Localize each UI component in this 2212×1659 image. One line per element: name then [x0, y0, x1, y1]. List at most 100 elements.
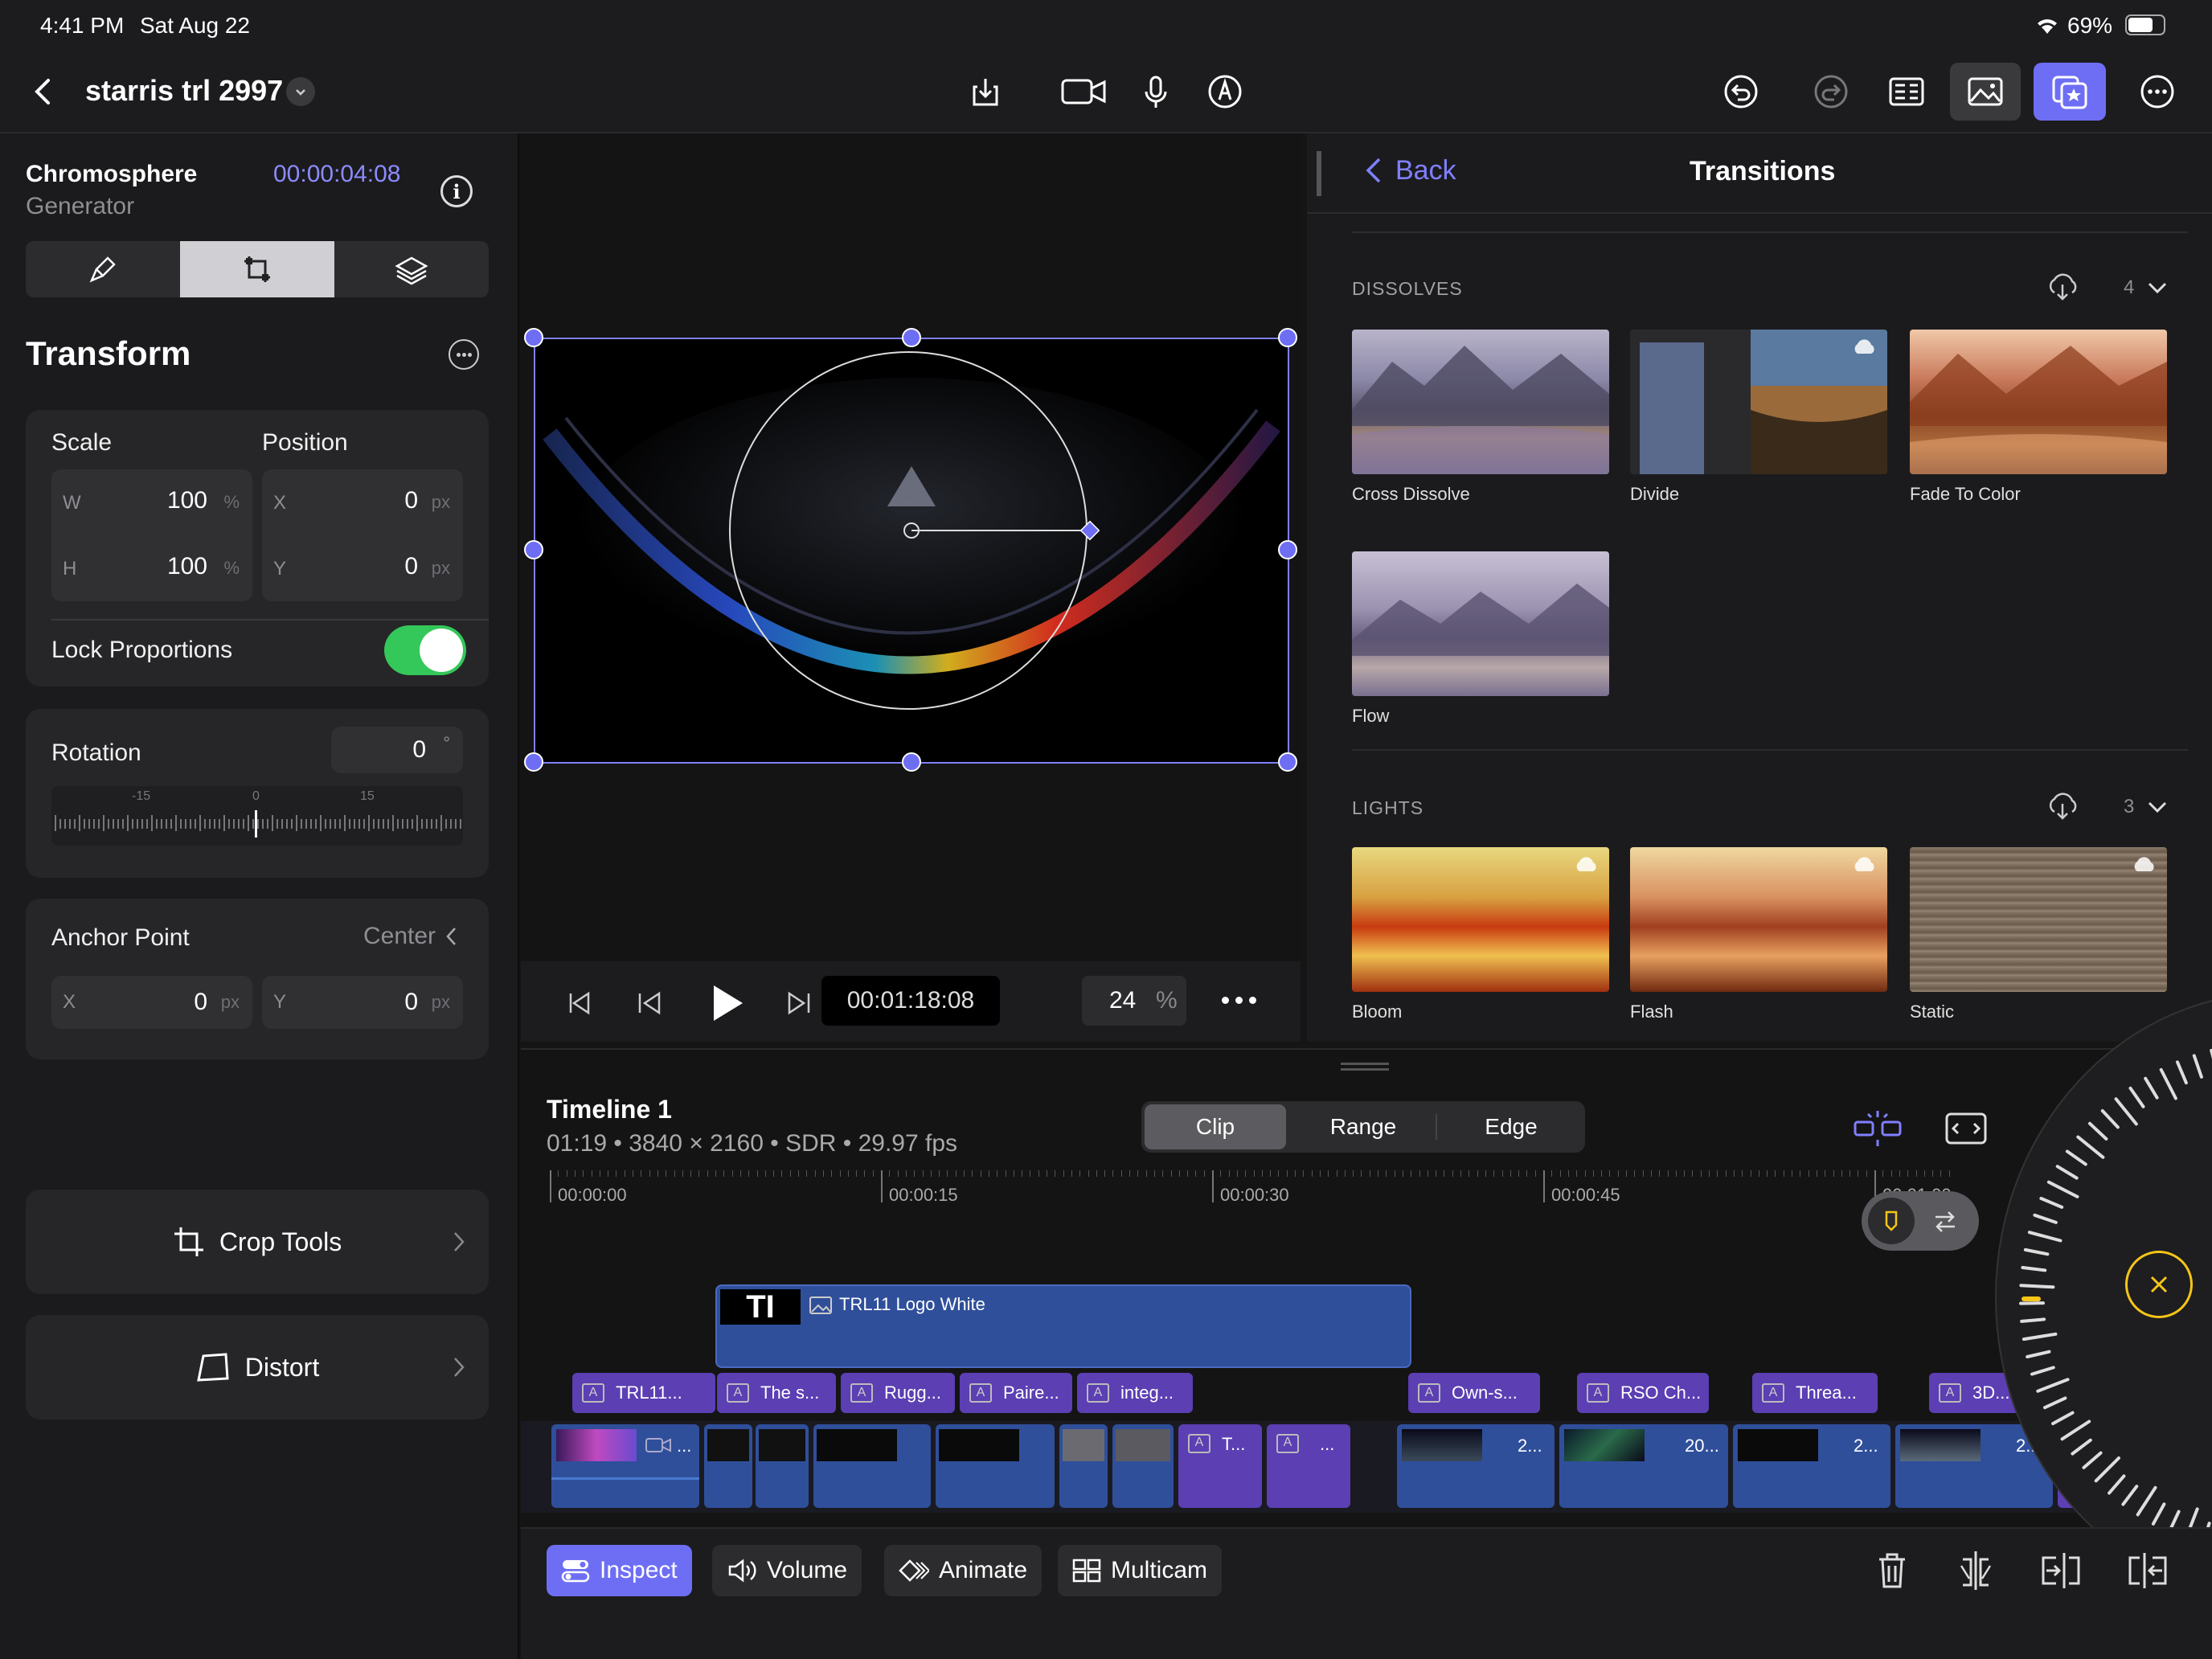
swap-icon: [1936, 1211, 1955, 1232]
connected-clip-label: The s...: [760, 1382, 820, 1403]
viewer-more-icon[interactable]: [1222, 997, 1256, 1004]
thumb-divide[interactable]: [1630, 330, 1887, 474]
scale-w-field[interactable]: W 100 %: [51, 469, 252, 535]
panel-resize-handle[interactable]: [1341, 1063, 1389, 1071]
transform-more-icon[interactable]: [449, 339, 479, 370]
export-icon[interactable]: [956, 63, 1014, 121]
crop-tools-button[interactable]: Crop Tools: [26, 1190, 489, 1294]
anchor-selector[interactable]: Center: [363, 923, 460, 950]
video-clip-icon: [645, 1438, 671, 1452]
microphone-icon[interactable]: [1127, 63, 1185, 121]
thumb-cross-dissolve[interactable]: [1352, 330, 1609, 474]
tab-layers-icon[interactable]: [334, 241, 489, 297]
anchor-x-field[interactable]: X 0 px: [51, 976, 252, 1029]
back-button[interactable]: Back: [1363, 154, 1456, 186]
timeline-ruler[interactable]: 00:00:00 00:00:15 00:00:30 00:00:45 00:0…: [550, 1170, 1952, 1205]
skimmer-toggle[interactable]: [1862, 1191, 1979, 1251]
thumb-static[interactable]: [1910, 847, 2167, 992]
project-title[interactable]: starris trl 2997: [85, 74, 283, 108]
thumb-flow[interactable]: [1352, 551, 1609, 696]
mode-range[interactable]: Range: [1292, 1104, 1434, 1149]
rotation-field[interactable]: 0 °: [331, 727, 463, 773]
zoom-value: 24: [1109, 987, 1137, 1014]
storyline-clip[interactable]: [704, 1424, 752, 1508]
title-icon: A: [727, 1383, 749, 1403]
connected-clip[interactable]: A Rugg...: [841, 1373, 955, 1413]
photos-icon[interactable]: [1950, 63, 2021, 121]
lock-proportions-toggle[interactable]: [384, 625, 466, 675]
trash-icon[interactable]: [1874, 1550, 1910, 1591]
cloud-download-icon[interactable]: [2045, 272, 2080, 301]
skip-to-start-icon[interactable]: [564, 989, 593, 1018]
connected-clip[interactable]: A Paire...: [960, 1373, 1072, 1413]
jog-wheel[interactable]: [1995, 992, 2212, 1603]
mode-clip[interactable]: Clip: [1145, 1104, 1286, 1149]
undo-icon[interactable]: [1712, 63, 1770, 121]
multicam-button[interactable]: Multicam: [1058, 1545, 1223, 1596]
inspector-icon[interactable]: [1878, 63, 1936, 121]
volume-button[interactable]: Volume: [712, 1545, 862, 1596]
ruler-label-45: 00:00:45: [1551, 1185, 1620, 1205]
inspector-tabs: [26, 241, 489, 297]
chevron-down-icon[interactable]: [2146, 797, 2169, 817]
insert-icon[interactable]: [2125, 1550, 2170, 1591]
cloud-download-icon[interactable]: [2045, 791, 2080, 820]
storyline-clip[interactable]: 2...: [1397, 1424, 1555, 1508]
storyline-clip[interactable]: [936, 1424, 1055, 1508]
thumb-flash[interactable]: [1630, 847, 1887, 992]
back-chevron-icon[interactable]: [14, 63, 72, 121]
mode-edge[interactable]: Edge: [1440, 1104, 1582, 1149]
snapping-icon[interactable]: [1852, 1108, 1903, 1148]
resize-handle[interactable]: [1317, 151, 1321, 196]
connected-clip[interactable]: A TRL11...: [572, 1373, 715, 1413]
storyline-title-clip[interactable]: A ...: [1267, 1424, 1350, 1508]
scale-h-field[interactable]: H 100 %: [51, 535, 252, 601]
storyline-clip[interactable]: 20...: [1559, 1424, 1728, 1508]
storyline-clip[interactable]: [813, 1424, 931, 1508]
position-y-field[interactable]: Y 0 px: [262, 535, 463, 601]
camera-icon[interactable]: [1051, 63, 1116, 121]
thumb-fade-to-color[interactable]: [1910, 330, 2167, 474]
detach-audio-icon[interactable]: [1953, 1548, 1998, 1593]
pencil-icon[interactable]: [1196, 63, 1254, 121]
connected-clip[interactable]: A The s...: [717, 1373, 836, 1413]
rotation-dial[interactable]: -15 0 15: [51, 786, 463, 846]
connected-clip[interactable]: A RSO Ch...: [1577, 1373, 1709, 1413]
connected-clip[interactable]: A Own-s...: [1408, 1373, 1540, 1413]
chevron-down-icon[interactable]: [2146, 278, 2169, 297]
scale-w-unit: %: [223, 492, 240, 512]
storyline-clip[interactable]: [1112, 1424, 1174, 1508]
anchor-y-field[interactable]: Y 0 px: [262, 976, 463, 1029]
lights-count: 3: [2124, 796, 2135, 817]
title-clip[interactable]: TI TRL11 Logo White: [715, 1284, 1411, 1368]
play-icon[interactable]: [707, 982, 746, 1024]
playhead-timecode[interactable]: 00:01:18:08: [821, 976, 1000, 1026]
storyline-title-clip[interactable]: A T...: [1178, 1424, 1262, 1508]
more-icon[interactable]: [2128, 63, 2186, 121]
tab-paintbrush-icon[interactable]: [26, 241, 180, 297]
redo-icon[interactable]: [1802, 63, 1860, 121]
project-menu-chevron-icon[interactable]: [286, 77, 315, 106]
storyline-clip[interactable]: ...: [551, 1424, 699, 1508]
connected-clip[interactable]: Ainteg...: [1077, 1373, 1193, 1413]
animate-button[interactable]: Animate: [884, 1545, 1043, 1596]
storyline-clip[interactable]: [756, 1424, 809, 1508]
tab-transform-icon[interactable]: [180, 241, 334, 297]
storyline-clip[interactable]: [1059, 1424, 1108, 1508]
split-icon[interactable]: [2038, 1550, 2083, 1591]
timeline-zoom-icon[interactable]: [1942, 1108, 1990, 1148]
connected-clip[interactable]: A Threa...: [1752, 1373, 1878, 1413]
inspect-button[interactable]: Inspect: [547, 1545, 692, 1596]
storyline-clip[interactable]: 2...: [1733, 1424, 1890, 1508]
scale-fields: W 100 % H 100 %: [51, 469, 252, 601]
distort-button[interactable]: Distort: [26, 1315, 489, 1419]
close-jog-icon[interactable]: [2125, 1251, 2193, 1318]
browser-star-icon[interactable]: [2034, 63, 2106, 121]
thumb-bloom[interactable]: [1352, 847, 1609, 992]
zoom-field[interactable]: 24 %: [1082, 976, 1186, 1026]
info-icon[interactable]: i: [440, 175, 473, 207]
step-back-icon[interactable]: [635, 989, 664, 1018]
position-x-field[interactable]: X 0 px: [262, 469, 463, 535]
transform-handles[interactable]: [521, 318, 1301, 784]
step-forward-icon[interactable]: [784, 989, 813, 1018]
